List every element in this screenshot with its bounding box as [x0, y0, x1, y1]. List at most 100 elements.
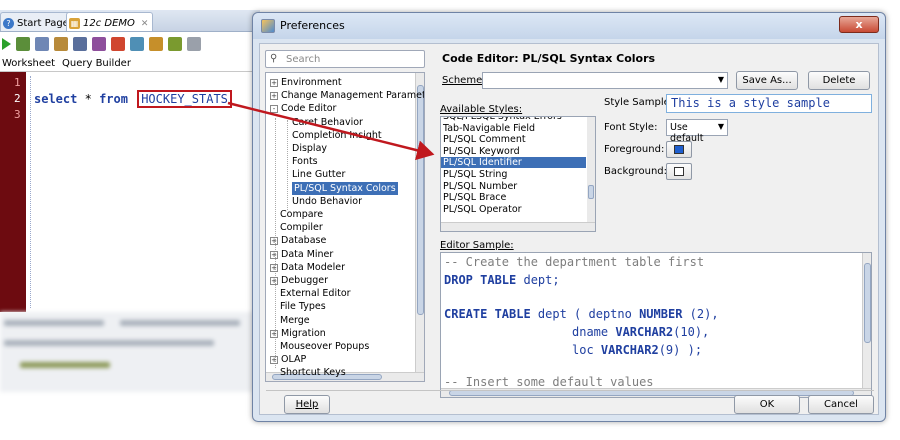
eraser-icon[interactable] [149, 37, 163, 51]
tab-label: 12c DEMO [83, 18, 135, 29]
sample-comment: -- Insert some default values [444, 375, 654, 389]
tree-item[interactable]: Shortcut Keys [280, 366, 346, 379]
run-script-icon[interactable] [16, 37, 30, 51]
expand-icon[interactable]: + [270, 237, 278, 246]
tab-start-page[interactable]: ? Start Page [0, 12, 74, 31]
sample-identifier: loc [572, 343, 601, 357]
tree-item[interactable]: + OLAP [270, 353, 306, 366]
cancel-button[interactable]: Cancel [808, 395, 874, 414]
tree-item[interactable]: External Editor [280, 287, 351, 300]
expand-icon[interactable]: + [270, 329, 278, 338]
sql-tuning-icon[interactable] [111, 37, 125, 51]
style-list-item[interactable]: PL/SQL String [443, 169, 507, 180]
expand-icon[interactable]: + [270, 277, 278, 285]
tree-scrollbar[interactable] [415, 73, 424, 373]
tree-item[interactable]: PL/SQL Syntax Colors [292, 181, 398, 195]
tab-worksheet[interactable]: Worksheet [2, 58, 55, 69]
sample-keyword: CREATE TABLE [444, 307, 531, 321]
expand-icon[interactable]: + [270, 356, 278, 365]
sample-type: NUMBER [639, 307, 683, 321]
line-number: 3 [14, 108, 21, 121]
line-gutter: 1 2 3 [0, 72, 26, 312]
format-icon[interactable] [130, 37, 144, 51]
delete-button[interactable]: Delete [808, 71, 870, 90]
close-tab-icon[interactable]: ✕ [141, 19, 149, 29]
ok-button[interactable]: OK [734, 395, 800, 414]
preferences-tree[interactable]: + Environment + Change Management Parameter… [265, 72, 425, 382]
dialog-titlebar[interactable]: Preferences x [253, 13, 885, 39]
find-icon[interactable] [187, 37, 201, 51]
tree-item[interactable]: Completion Insight [292, 129, 382, 142]
history-icon[interactable] [168, 37, 182, 51]
tree-item[interactable]: Compiler [280, 221, 323, 234]
expand-icon[interactable]: + [270, 263, 278, 272]
save-as-button[interactable]: Save As... [736, 71, 798, 90]
help-button[interactable]: Help [284, 395, 330, 414]
sample-dname-line: dname VARCHAR2(10), [572, 325, 709, 339]
style-list-item[interactable]: PL/SQL Keyword [443, 146, 520, 157]
tree-item[interactable]: File Types [280, 300, 326, 313]
available-styles-list[interactable]: PL/SQL Operator PL/SQL Brace PL/SQL Number… [440, 116, 596, 232]
tree-item[interactable]: Fonts [292, 155, 318, 168]
close-button[interactable]: x [839, 16, 879, 33]
foreground-label: Foreground: [604, 144, 665, 155]
sample-loc-line: loc VARCHAR2(9) ); [572, 343, 702, 357]
tab-12c-demo[interactable]: ▦ 12c DEMO ✕ [66, 12, 154, 31]
panel-title: Code Editor: PL/SQL Syntax Colors [442, 52, 656, 65]
tree-item[interactable]: + Database [270, 234, 326, 247]
expand-icon[interactable]: + [270, 250, 278, 259]
search-input[interactable]: ⚲ Search [265, 50, 425, 68]
scroll-thumb[interactable] [417, 85, 424, 315]
background-color-button[interactable] [666, 163, 692, 180]
style-list-item[interactable]: PL/SQL Comment [443, 134, 526, 145]
tree-item[interactable]: Display [292, 142, 327, 155]
tree-item[interactable]: Undo Behavior [292, 195, 362, 208]
tree-item[interactable]: + Environment [270, 76, 342, 89]
tree-item[interactable]: + Migration [270, 327, 326, 340]
tree-item[interactable]: + Debugger [270, 274, 328, 287]
tree-item[interactable]: Caret Behavior [292, 116, 363, 129]
font-style-label: Font Style: [604, 122, 658, 133]
tree-item[interactable]: Merge [280, 314, 310, 327]
tree-item[interactable]: Line Gutter [292, 168, 345, 181]
style-list-item[interactable]: PL/SQL Identifier [441, 157, 586, 169]
style-list-item[interactable]: PL/SQL Number [443, 181, 517, 192]
tree-item[interactable]: + Data Modeler [270, 261, 345, 274]
style-sample-label: Style Sample: [604, 97, 674, 108]
font-style-select[interactable]: Use default ▼ [666, 119, 728, 144]
expand-icon[interactable]: + [270, 79, 278, 87]
scroll-thumb[interactable] [588, 185, 594, 199]
scheme-select[interactable]: ▼ [482, 72, 728, 89]
list-horizontal-scrollbar[interactable] [441, 222, 595, 231]
sql-statement[interactable]: select * from HOCKEY_STATS [34, 90, 232, 108]
style-list-item[interactable]: PL/SQL Operator [443, 204, 522, 215]
autotrace-icon[interactable] [73, 37, 87, 51]
sample-scrollbar[interactable] [862, 253, 871, 389]
style-list-item[interactable]: Tab-Navigable Field [443, 123, 535, 134]
rollback-icon[interactable] [54, 37, 68, 51]
style-list-item[interactable]: SQL/PLSQL Syntax Errors [443, 117, 562, 122]
explain-plan-icon[interactable] [92, 37, 106, 51]
tree-item[interactable]: - Code Editor [270, 102, 336, 115]
expand-icon[interactable]: + [270, 92, 278, 101]
foreground-color-button[interactable] [666, 141, 692, 158]
indent-guide [30, 76, 31, 308]
tree-item-label: OLAP [281, 354, 307, 366]
tree-item-label: File Types [280, 301, 326, 313]
tree-item[interactable]: + Data Miner [270, 248, 333, 261]
tree-item-label: Shortcut Keys [280, 367, 346, 379]
search-icon: ⚲ [270, 53, 278, 64]
tree-item[interactable]: + Change Management Parameters [270, 89, 424, 102]
tree-item[interactable]: Compare [280, 208, 323, 221]
style-list-item[interactable]: PL/SQL Brace [443, 192, 506, 203]
collapse-icon[interactable]: - [270, 105, 278, 114]
commit-icon[interactable] [35, 37, 49, 51]
run-icon[interactable] [2, 38, 11, 50]
tab-query-builder[interactable]: Query Builder [62, 58, 131, 69]
tree-item[interactable]: Mouseover Popups [280, 340, 369, 353]
sql-editor[interactable]: 1 2 3 select * from HOCKEY_STATS [0, 72, 260, 312]
database-icon: ▦ [69, 18, 80, 29]
sample-identifier: dname [572, 325, 616, 339]
list-scrollbar[interactable] [587, 117, 595, 223]
scroll-thumb[interactable] [864, 263, 871, 343]
